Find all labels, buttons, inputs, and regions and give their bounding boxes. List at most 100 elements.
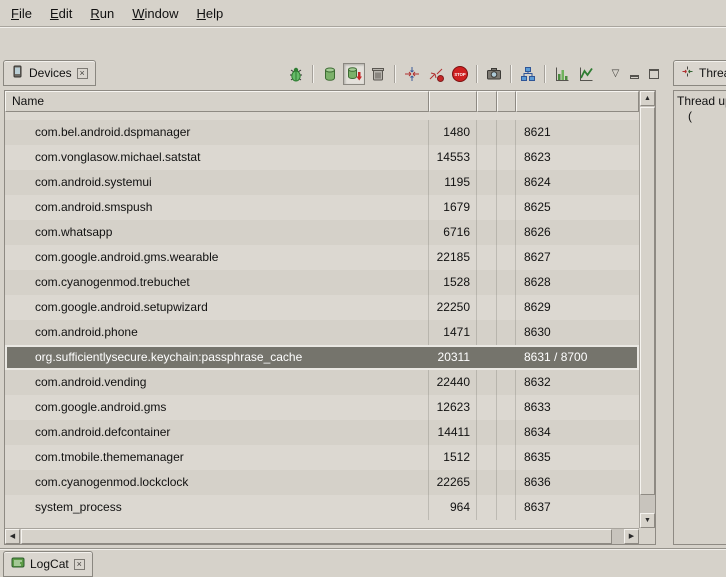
scroll-left-icon[interactable]: ◀ [5,529,20,544]
table-row[interactable]: com.android.defcontainer 14411 8634 [5,420,639,445]
tab-threads[interactable]: Threads [673,60,726,86]
process-cell-empty [477,495,497,520]
process-port: 8625 [516,195,639,220]
tab-logcat[interactable]: LogCat × [3,551,93,577]
column-header-name[interactable]: Name [5,91,429,112]
update-threads-button[interactable] [401,63,423,85]
dump-hprof-button[interactable] [343,63,365,85]
scroll-right-icon[interactable]: ▶ [624,529,639,544]
process-pid: 1480 [429,120,477,145]
screen-capture-icon [485,65,503,83]
process-name: com.google.android.gms [5,395,429,420]
process-pid: 1679 [429,195,477,220]
debug-icon [287,65,305,83]
stop-process-button[interactable]: STOP [449,63,471,85]
minimize-button[interactable] [626,63,643,85]
column-header-pid[interactable] [429,91,477,112]
table-row[interactable]: com.android.vending 22440 8632 [5,370,639,395]
method-profiling-button[interactable] [425,63,447,85]
table-header: Name [5,91,639,112]
maximize-button[interactable] [645,63,662,85]
process-pid: 14553 [429,145,477,170]
table-row[interactable]: com.cyanogenmod.trebuchet 1528 8628 [5,270,639,295]
method-profiling-icon [427,65,445,83]
process-cell-empty [497,220,516,245]
close-icon[interactable]: × [77,68,88,79]
tab-threads-label: Threads [699,66,726,80]
column-header-3[interactable] [477,91,497,112]
menu-run[interactable]: Run [81,2,123,25]
process-name: com.android.phone [5,320,429,345]
ddms-window: File Edit Run Window Help Devices × [0,0,726,577]
devices-tabbar: Devices × [0,60,667,90]
process-cell-empty [477,220,497,245]
threads-message-line1: Thread up [677,94,726,109]
update-heap-button[interactable] [319,63,341,85]
opengl-trace-icon [577,65,595,83]
process-pid: 1195 [429,170,477,195]
menu-bar: File Edit Run Window Help [0,0,726,26]
process-cell-empty [497,420,516,445]
process-cell-empty [497,195,516,220]
scroll-down-icon[interactable]: ▼ [640,513,655,528]
process-pid: 1471 [429,320,477,345]
process-cell-empty [477,245,497,270]
table-row[interactable]: com.android.systemui 1195 8624 [5,170,639,195]
toolbar-separator [544,65,546,83]
process-name: com.whatsapp [5,220,429,245]
table-row[interactable]: system_process 964 8637 [5,495,639,520]
process-port: 8636 [516,470,639,495]
process-port: 8624 [516,170,639,195]
scroll-up-icon[interactable]: ▲ [640,91,655,106]
vertical-scrollbar-thumb[interactable] [640,107,655,495]
process-cell-empty [477,295,497,320]
horizontal-scrollbar[interactable]: ◀ ▶ [5,528,639,544]
process-pid: 22185 [429,245,477,270]
close-icon[interactable]: × [74,559,85,570]
process-pid: 1528 [429,270,477,295]
process-rows: com.bel.android.dspmanager 1480 8621 com… [5,112,639,528]
stop-label: STOP [454,72,466,77]
process-pid: 22265 [429,470,477,495]
devices-toolbar: STOP [285,63,662,85]
process-name: com.android.systemui [5,170,429,195]
process-cell-empty [477,145,497,170]
cause-gc-button[interactable] [367,63,389,85]
process-name: com.android.smspush [5,195,429,220]
column-header-4[interactable] [497,91,516,112]
process-port: 8628 [516,270,639,295]
view-hierarchy-button[interactable] [517,63,539,85]
process-cell-empty [497,120,516,145]
table-row[interactable]: com.tmobile.thememanager 1512 8635 [5,445,639,470]
horizontal-scrollbar-thumb[interactable] [21,529,612,544]
table-row[interactable]: com.whatsapp 6716 8626 [5,220,639,245]
menu-file[interactable]: File [2,2,41,25]
menu-help[interactable]: Help [187,2,232,25]
table-row[interactable]: com.cyanogenmod.lockclock 22265 8636 [5,470,639,495]
process-name: com.cyanogenmod.trebuchet [5,270,429,295]
menu-edit[interactable]: Edit [41,2,81,25]
opengl-trace-button[interactable] [575,63,597,85]
systrace-button[interactable] [551,63,573,85]
process-cell-empty [477,445,497,470]
partial-row [5,112,639,120]
table-row[interactable]: com.google.android.setupwizard 22250 862… [5,295,639,320]
process-port: 8626 [516,220,639,245]
table-row[interactable]: com.bel.android.dspmanager 1480 8621 [5,120,639,145]
update-heap-icon [321,65,339,83]
table-row[interactable]: com.android.phone 1471 8630 [5,320,639,345]
vertical-scrollbar[interactable]: ▲ ▼ [639,91,655,528]
table-row[interactable]: com.google.android.gms 12623 8633 [5,395,639,420]
table-row[interactable]: org.sufficientlysecure.keychain:passphra… [5,345,639,370]
table-row[interactable]: com.google.android.gms.wearable 22185 86… [5,245,639,270]
view-menu-button[interactable]: ▽ [607,63,624,85]
menu-window[interactable]: Window [123,2,187,25]
view-menu-icon: ▽ [612,69,620,79]
debug-button[interactable] [285,63,307,85]
cause-gc-icon [369,65,387,83]
screen-capture-button[interactable] [483,63,505,85]
table-row[interactable]: com.android.smspush 1679 8625 [5,195,639,220]
column-header-port[interactable] [516,91,639,112]
tab-devices[interactable]: Devices × [3,60,96,86]
table-row[interactable]: com.vonglasow.michael.satstat 14553 8623 [5,145,639,170]
